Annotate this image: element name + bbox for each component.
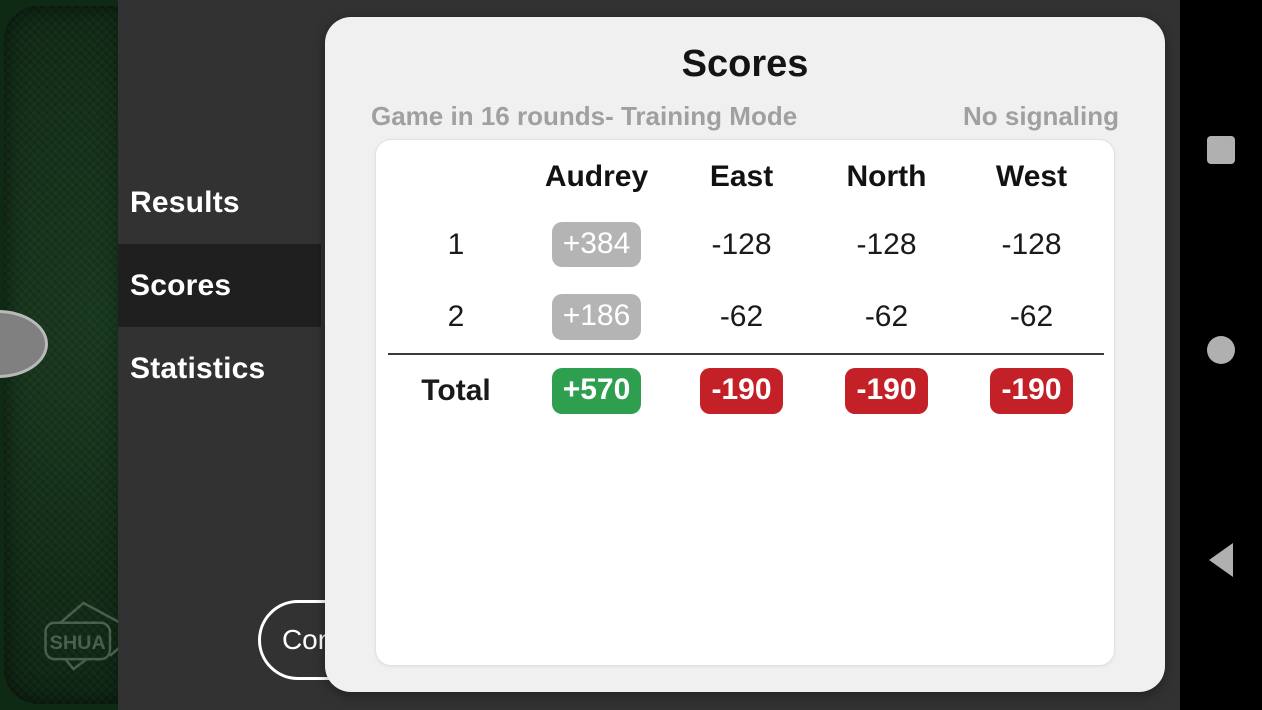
shua-logo-icon: SHUA [40, 598, 120, 674]
score-cell-audrey: +186 [524, 281, 669, 354]
sidebar-item-results[interactable]: Results [118, 161, 321, 244]
score-cell-east: -128 [711, 227, 772, 261]
sidebar-item-scores[interactable]: Scores [118, 244, 321, 327]
scores-modal: Scores Game in 16 rounds- Training Mode … [325, 17, 1165, 692]
home-button[interactable] [1180, 320, 1262, 380]
scores-card: Audrey East North West 1 +384 -128 -128 [375, 139, 1115, 666]
circle-icon [1207, 336, 1235, 364]
score-badge: +186 [551, 294, 642, 340]
column-header-east: East [709, 160, 774, 193]
row-index: 2 [447, 300, 465, 333]
total-label: Total [388, 353, 524, 427]
score-badge: +384 [551, 221, 642, 268]
table-header-row: Audrey East North West [388, 156, 1104, 208]
game-table-background: SHUA [0, 0, 120, 710]
sidebar-item-label: Statistics [130, 351, 266, 385]
sidebar-item-label: Scores [130, 268, 232, 302]
triangle-left-icon [1209, 543, 1233, 577]
side-nav: Results Scores Statistics Continue [118, 0, 418, 710]
score-cell-west: -128 [1001, 227, 1062, 261]
total-badge: -190 [845, 368, 928, 414]
row-index: 1 [447, 227, 465, 261]
total-badge: +570 [551, 368, 642, 414]
total-cell-east: -190 [669, 353, 814, 427]
android-navbar [1180, 0, 1262, 710]
game-mode-label: Game in 16 rounds- Training Mode [371, 101, 798, 131]
score-cell-east: -62 [719, 300, 764, 333]
total-cell-west: -190 [959, 353, 1104, 427]
sidebar-item-statistics[interactable]: Statistics [118, 327, 321, 410]
page-title: Scores [681, 43, 809, 85]
column-header-west: West [995, 160, 1068, 193]
column-header-index [388, 156, 524, 208]
score-cell-audrey: +384 [524, 208, 669, 281]
total-badge: -190 [700, 368, 783, 414]
table-row: 2 +186 -62 -62 -62 [388, 281, 1104, 354]
score-cell-north: -62 [864, 300, 909, 333]
modal-subtitle-row: Game in 16 rounds- Training Mode No sign… [325, 101, 1165, 132]
svg-text:SHUA: SHUA [50, 632, 106, 654]
recents-button[interactable] [1180, 120, 1262, 180]
sidebar-item-label: Results [130, 185, 240, 219]
score-cell-west: -62 [1009, 300, 1054, 333]
signaling-status-label: No signaling [963, 101, 1119, 131]
table-row: 1 +384 -128 -128 -128 [388, 208, 1104, 281]
table-total-row: Total +570 -190 -190 -190 [388, 353, 1104, 427]
total-cell-audrey: +570 [524, 353, 669, 427]
square-icon [1207, 136, 1235, 164]
back-button[interactable] [1180, 530, 1262, 590]
score-cell-north: -128 [856, 227, 917, 261]
column-header-north: North [846, 160, 927, 193]
scores-table: Audrey East North West 1 +384 -128 -128 [388, 156, 1104, 427]
screen-root: SHUA Results Scores Statistics Continue … [0, 0, 1262, 710]
total-cell-north: -190 [814, 353, 959, 427]
column-header-audrey: Audrey [544, 160, 649, 193]
total-badge: -190 [990, 368, 1073, 414]
